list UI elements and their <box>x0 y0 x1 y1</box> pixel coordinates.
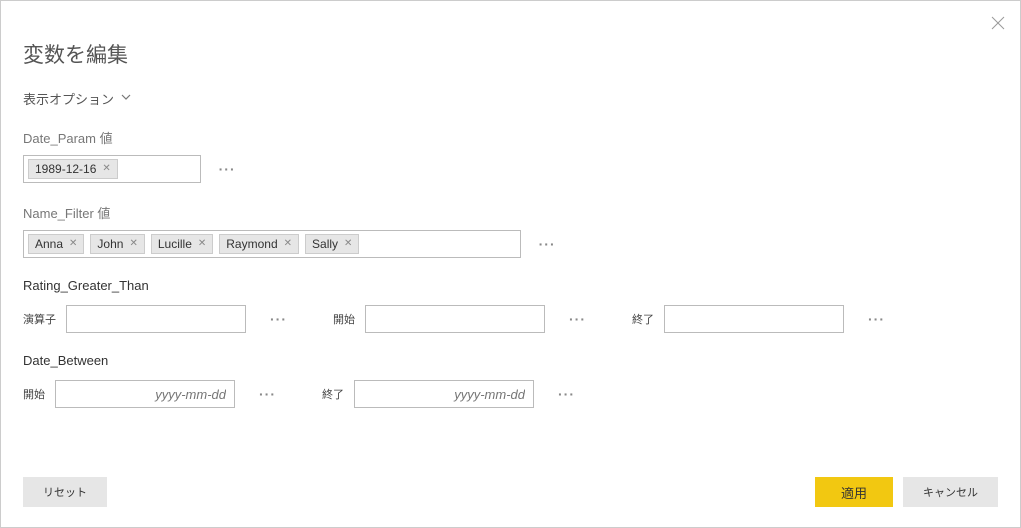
chip[interactable]: Sally ✕ <box>305 234 359 254</box>
remove-icon[interactable]: ✕ <box>69 239 77 249</box>
field-label: Date_Param 値 <box>23 128 998 147</box>
chip-label: Sally <box>312 237 338 251</box>
display-options-toggle[interactable]: 表示オプション <box>23 89 998 108</box>
dialog: 変数を編集 表示オプション Date_Param 値 1989-12-16 ✕ … <box>0 0 1021 528</box>
chip[interactable]: 1989-12-16 ✕ <box>28 159 118 179</box>
chip[interactable]: John ✕ <box>90 234 144 254</box>
more-icon[interactable]: ··· <box>219 161 236 177</box>
rating-start-input[interactable] <box>365 305 545 333</box>
field-name-filter: Name_Filter 値 Anna ✕ John ✕ Lucille ✕ Raymo… <box>23 203 998 258</box>
remove-icon[interactable]: ✕ <box>344 239 352 249</box>
field-rating: Rating_Greater_Than 演算子 ··· 開始 ··· 終了 ··… <box>23 278 998 333</box>
more-icon[interactable]: ··· <box>569 311 586 327</box>
chip-label: 1989-12-16 <box>35 162 96 176</box>
field-label: Rating_Greater_Than <box>23 278 998 293</box>
field-date-between: Date_Between 開始 ··· 終了 ··· <box>23 353 998 408</box>
date-end-input[interactable] <box>354 380 534 408</box>
apply-button[interactable]: 適用 <box>815 477 893 507</box>
more-icon[interactable]: ··· <box>558 386 575 402</box>
date-param-input[interactable]: 1989-12-16 ✕ <box>23 155 201 183</box>
field-label: Name_Filter 値 <box>23 203 998 222</box>
more-icon[interactable]: ··· <box>868 311 885 327</box>
remove-icon[interactable]: ✕ <box>129 239 137 249</box>
more-icon[interactable]: ··· <box>259 386 276 402</box>
dialog-footer: リセット 適用 キャンセル <box>23 477 998 507</box>
remove-icon[interactable]: ✕ <box>284 239 292 249</box>
end-label: 終了 <box>322 386 344 402</box>
remove-icon[interactable]: ✕ <box>198 239 206 249</box>
cancel-button[interactable]: キャンセル <box>903 477 998 507</box>
chevron-down-icon <box>120 91 132 106</box>
rating-end-input[interactable] <box>664 305 844 333</box>
start-label: 開始 <box>333 311 355 327</box>
display-options-label: 表示オプション <box>23 89 114 108</box>
operator-input[interactable] <box>66 305 246 333</box>
chip[interactable]: Raymond ✕ <box>219 234 299 254</box>
close-icon[interactable] <box>986 11 1010 35</box>
date-start-input[interactable] <box>55 380 235 408</box>
field-label: Date_Between <box>23 353 998 368</box>
end-label: 終了 <box>632 311 654 327</box>
chip[interactable]: Lucille ✕ <box>151 234 213 254</box>
chip-label: John <box>97 237 123 251</box>
name-filter-input[interactable]: Anna ✕ John ✕ Lucille ✕ Raymond ✕ Sally ✕ <box>23 230 521 258</box>
more-icon[interactable]: ··· <box>270 311 287 327</box>
chip-label: Lucille <box>158 237 192 251</box>
chip-label: Raymond <box>226 237 277 251</box>
start-label: 開始 <box>23 386 45 402</box>
reset-button[interactable]: リセット <box>23 477 107 507</box>
chip-label: Anna <box>35 237 63 251</box>
more-icon[interactable]: ··· <box>539 236 556 252</box>
chip[interactable]: Anna ✕ <box>28 234 84 254</box>
page-title: 変数を編集 <box>23 39 998 69</box>
remove-icon[interactable]: ✕ <box>102 164 110 174</box>
field-date-param: Date_Param 値 1989-12-16 ✕ ··· <box>23 128 998 183</box>
operator-label: 演算子 <box>23 311 56 327</box>
